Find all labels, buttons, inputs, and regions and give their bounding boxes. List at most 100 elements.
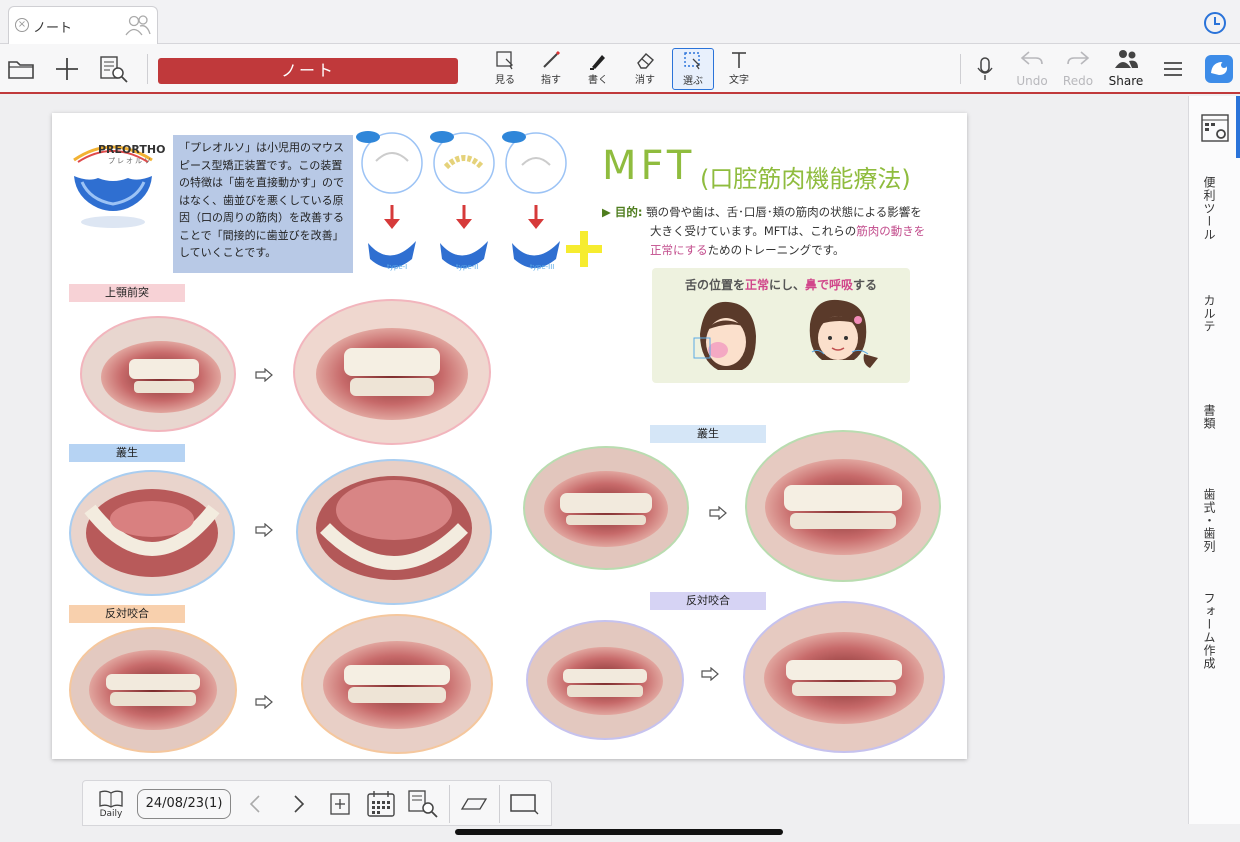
bottom-separator: [449, 785, 450, 823]
label-upper-protrusion: 上顎前突: [69, 284, 185, 302]
purpose-highlight: 筋肉の動きを: [856, 224, 926, 238]
tongue-caption-b: 正常: [744, 278, 769, 292]
tab-note[interactable]: × ノート: [8, 6, 158, 44]
toolbar-separator: [147, 54, 148, 84]
photo-crowding-lower-before[interactable]: [68, 469, 236, 597]
text-tool-label: 文字: [729, 75, 749, 86]
view-tool[interactable]: 見る: [484, 48, 526, 90]
pointer-pen-icon: [543, 50, 561, 68]
side-tab-documents[interactable]: 書類: [1201, 404, 1218, 430]
microphone-icon[interactable]: [968, 52, 1002, 86]
page-frame-icon: [510, 794, 539, 815]
note-page[interactable]: PREORTHO プレオルソ 「プレオルソ」は小児用のマウスピース型矯正装置です…: [52, 113, 967, 759]
description-box: 「プレオルソ」は小児用のマウスピース型矯正装置です。この装置の特徴は「歯を直接動…: [173, 135, 353, 273]
type-labels: type-I type-II type-III: [382, 263, 642, 275]
side-tab-form[interactable]: フォーム作成: [1201, 592, 1218, 670]
erase-tool[interactable]: 消す: [624, 48, 666, 90]
page-search-button[interactable]: [405, 789, 441, 819]
purpose-line2: 大きく受けています。MFTは、これらの: [650, 224, 857, 238]
book-icon: [99, 790, 123, 808]
add-page-button[interactable]: [327, 789, 353, 819]
point-tool[interactable]: 指す: [530, 48, 572, 90]
arrow-icon: [701, 667, 719, 681]
photo-protrusion-after[interactable]: [292, 298, 492, 446]
select-tool-label: 選ぶ: [683, 76, 703, 87]
note-search-icon[interactable]: [96, 52, 130, 86]
purpose-lead: ▶ 目的:: [602, 205, 643, 219]
type-iii-label: type-III: [530, 263, 555, 271]
app-logo-icon[interactable]: [1202, 52, 1236, 86]
share-button[interactable]: Share: [1104, 48, 1148, 88]
photo-crossbite-after[interactable]: [300, 613, 494, 755]
tab-close-icon[interactable]: ×: [15, 18, 29, 32]
arrow-icon: [709, 506, 727, 520]
redo-label: Redo: [1062, 74, 1094, 88]
redo-icon: [1067, 51, 1090, 65]
users-icon[interactable]: [123, 13, 153, 39]
note-title-field[interactable]: ノート: [158, 58, 458, 84]
photo-crossbite-before[interactable]: [68, 626, 238, 754]
undo-button[interactable]: Undo: [1010, 48, 1054, 88]
mft-title: MFT: [602, 143, 696, 189]
label-crowding-right: 叢生: [650, 425, 766, 443]
type-illustrations: [356, 131, 602, 268]
toolbox-settings-icon[interactable]: [1201, 114, 1229, 142]
toolbar: ノート 見る 指す 書く 消す 選ぶ 文字 Undo Redo Share: [0, 44, 1240, 94]
logo-brand: PREORTHO: [98, 143, 166, 156]
bottom-separator: [499, 785, 500, 823]
photo-protrusion-before[interactable]: [79, 315, 237, 433]
label-crossbite-right: 反対咬合: [650, 592, 766, 610]
landscape-layout-button[interactable]: [457, 789, 491, 819]
photo-crossbite-front-before[interactable]: [525, 619, 685, 741]
label-crowding-left: 叢生: [69, 444, 185, 462]
tab-title: ノート: [33, 21, 73, 36]
undo-label: Undo: [1016, 74, 1048, 88]
logo-sub: プレオルソ: [108, 157, 153, 165]
text-tool[interactable]: 文字: [718, 48, 760, 90]
add-icon[interactable]: [50, 52, 84, 86]
view-icon: [496, 51, 514, 70]
tongue-caption-e: する: [853, 278, 878, 292]
side-panel: 便利ツール カルテ 書類 歯式・歯列 フォーム作成: [1188, 96, 1240, 824]
write-tool[interactable]: 書く: [577, 48, 619, 90]
write-tool-label: 書く: [588, 75, 608, 86]
photo-crowding-front-after[interactable]: [744, 429, 942, 583]
tab-bar: × ノート: [0, 0, 1240, 44]
parallelogram-icon: [460, 798, 488, 810]
side-active-indicator: [1236, 96, 1240, 158]
pen-icon: [590, 55, 605, 70]
daily-button[interactable]: Daily: [93, 789, 129, 819]
photo-crowding-front-before[interactable]: [522, 445, 690, 571]
side-tab-dentition[interactable]: 歯式・歯列: [1201, 488, 1218, 553]
page-frame-button[interactable]: [507, 789, 541, 819]
undo-icon: [1020, 51, 1043, 65]
point-tool-label: 指す: [541, 75, 561, 86]
menu-icon[interactable]: [1156, 52, 1190, 86]
tongue-caption: 舌の位置を正常にし、鼻で呼吸する: [652, 276, 910, 293]
photo-crowding-lower-after[interactable]: [295, 458, 493, 606]
arrow-icon: [255, 695, 273, 709]
view-tool-label: 見る: [495, 75, 515, 86]
side-tab-tools[interactable]: 便利ツール: [1201, 176, 1218, 241]
erase-tool-label: 消す: [635, 75, 655, 86]
select-tool[interactable]: 選ぶ: [672, 48, 714, 90]
calendar-button[interactable]: [365, 789, 397, 819]
label-crossbite-left: 反対咬合: [69, 605, 185, 623]
bottom-bar: Daily 24/08/23(1): [82, 780, 552, 826]
page-search-icon: [408, 790, 438, 818]
photo-crossbite-front-after[interactable]: [742, 600, 946, 754]
share-people-icon: [1115, 50, 1138, 68]
toolbar-separator: [960, 54, 961, 84]
folder-icon[interactable]: [4, 52, 38, 86]
eraser-icon: [637, 53, 654, 69]
side-tab-chart[interactable]: カルテ: [1201, 294, 1218, 333]
girl-illustrations: [693, 299, 878, 370]
history-clock-icon[interactable]: [1204, 12, 1226, 34]
prev-page-button[interactable]: [243, 789, 267, 819]
date-selector[interactable]: 24/08/23(1): [137, 789, 231, 819]
home-indicator[interactable]: [455, 829, 783, 835]
redo-button[interactable]: Redo: [1056, 48, 1100, 88]
type-i-label: type-I: [387, 263, 408, 271]
daily-label: Daily: [99, 809, 123, 819]
next-page-button[interactable]: [287, 789, 311, 819]
